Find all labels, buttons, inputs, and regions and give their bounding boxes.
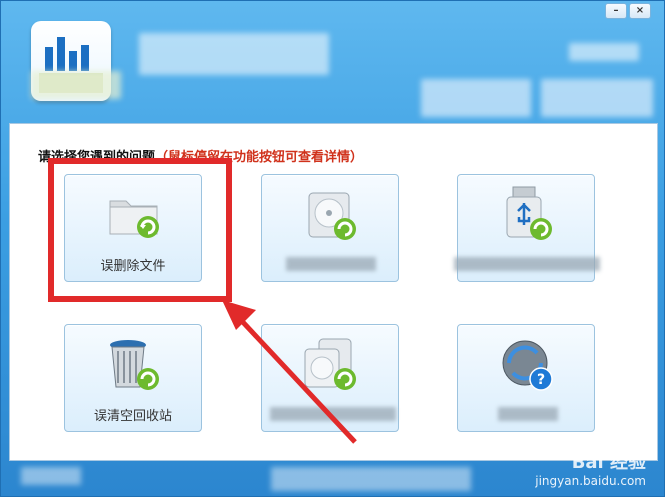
blurred-title [139, 33, 329, 75]
watermark-brand: Bai 经验 [571, 452, 646, 473]
close-button[interactable]: × [629, 3, 651, 19]
watermark: Bai 经验 jingyan.baidu.com [535, 448, 646, 488]
blurred-tab-2[interactable] [541, 79, 653, 117]
annotation-arrow-icon [222, 300, 357, 444]
problem-panel: 请选择您遇到的问题（鼠标停留在功能按钮可查看详情） 误删除文件 误清空回收站 ? [9, 123, 658, 461]
minimize-button[interactable]: – [605, 3, 627, 19]
app-window: – × 请选择您遇到的问题（鼠标停留在功能按钮可查看详情） 误删除文件 误清空回… [0, 0, 665, 497]
watermark-url: jingyan.baidu.com [535, 474, 646, 488]
blurred-info-1 [569, 43, 639, 61]
header: – × [1, 1, 664, 119]
blurred-footer-left [21, 467, 81, 485]
blurred-subtitle [31, 71, 121, 99]
blurred-tab-1[interactable] [421, 79, 531, 117]
blurred-footer-mid [271, 467, 471, 491]
